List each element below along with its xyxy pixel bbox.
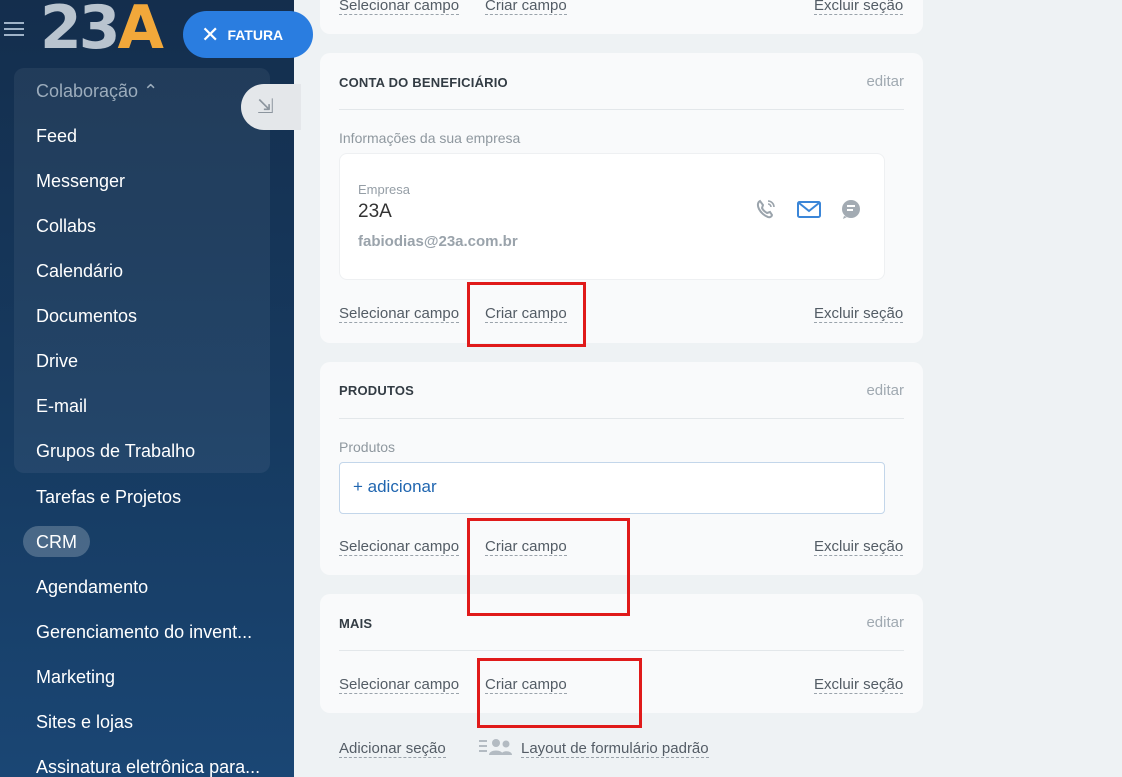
company-email: fabiodias@23a.com.br [358,233,518,250]
close-icon: ✕ [201,22,220,47]
sidebar-item-crm[interactable]: CRM [36,531,77,553]
company-name: 23A [358,201,392,222]
sidebar-item-documentos[interactable]: Documentos [36,305,137,327]
sidebar-item-grupos[interactable]: Grupos de Trabalho [36,440,195,462]
sidebar-item-collabs[interactable]: Collabs [36,215,96,237]
sidebar-item-messenger[interactable]: Messenger [36,170,125,192]
sidebar-item-inventario[interactable]: Gerenciamento do invent... [36,621,252,643]
delete-section-link[interactable]: Excluir seção [814,0,904,15]
add-section-link[interactable]: Adicionar seção [339,740,446,758]
select-field-link[interactable]: Selecionar campo [339,676,460,694]
users-layout-icon [479,739,512,755]
highlight-box [467,518,630,616]
edit-section-link[interactable]: editar [866,382,904,399]
add-product-button[interactable]: + adicionar [339,462,885,514]
divider [339,109,904,110]
sidebar-item-tarefas[interactable]: Tarefas e Projetos [36,486,181,508]
sidebar-item-calendario[interactable]: Calendário [36,260,123,282]
divider [339,418,904,419]
highlight-box [467,282,586,347]
edit-section-link[interactable]: editar [866,73,904,90]
company-info-label: Informações da sua empresa [339,130,521,146]
sidebar-group-header[interactable]: Colaboração ⌃ [36,80,158,102]
section-partial-top: Selecionar campo Criar campo Excluir seç… [320,0,923,34]
sidebar-item-sites[interactable]: Sites e lojas [36,711,133,733]
divider [339,650,904,651]
sidebar-item-email[interactable]: E-mail [36,395,87,417]
sidebar-item-agendamento[interactable]: Agendamento [36,576,148,598]
mail-icon[interactable] [796,196,822,222]
highlight-box [477,658,642,728]
close-invoice-button[interactable]: ✕ FATURA [183,11,313,58]
sidebar-item-marketing[interactable]: Marketing [36,666,115,688]
section-title: MAIS [339,616,373,631]
menu-icon[interactable] [4,22,24,38]
logo[interactable]: 23A [40,0,164,60]
create-field-link[interactable]: Criar campo [485,0,567,15]
chat-icon[interactable] [838,196,864,222]
sidebar-item-assinatura[interactable]: Assinatura eletrônica para... [36,756,260,777]
company-card[interactable]: Empresa 23A fabiodias@23a.com.br [339,153,885,280]
company-label: Empresa [358,182,411,197]
delete-section-link[interactable]: Excluir seção [814,538,904,556]
phone-icon[interactable] [753,196,779,222]
sidebar-item-drive[interactable]: Drive [36,350,78,372]
default-layout-link[interactable]: Layout de formulário padrão [521,740,709,758]
sidebar-item-feed[interactable]: Feed [36,125,77,147]
collapse-icon: ⇲ [257,96,274,118]
edit-section-link[interactable]: editar [866,614,904,631]
products-label: Produtos [339,439,396,455]
select-field-link[interactable]: Selecionar campo [339,538,460,556]
section-title: CONTA DO BENEFICIÁRIO [339,75,508,90]
select-field-link[interactable]: Selecionar campo [339,0,460,15]
delete-section-link[interactable]: Excluir seção [814,676,904,694]
select-field-link[interactable]: Selecionar campo [339,305,460,323]
section-title: PRODUTOS [339,383,415,398]
delete-section-link[interactable]: Excluir seção [814,305,904,323]
section-conta-beneficiario: CONTA DO BENEFICIÁRIO editar Informações… [320,53,923,343]
collapse-panel-button[interactable]: ⇲ [241,84,301,130]
